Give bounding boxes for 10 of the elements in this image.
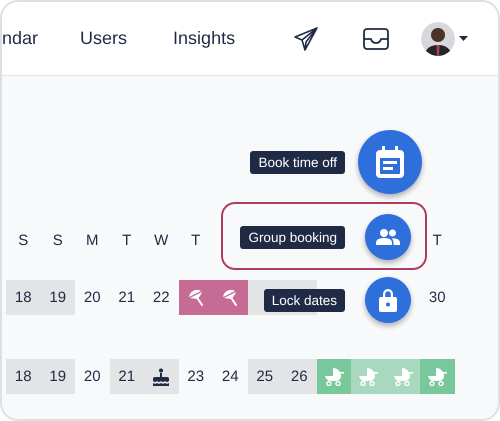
weekday-label: T bbox=[432, 230, 443, 250]
weekday-label: T bbox=[190, 230, 202, 250]
tooltip: Lock dates bbox=[264, 288, 345, 312]
weekday-label: S bbox=[17, 230, 30, 250]
weekday-label: T bbox=[121, 230, 132, 250]
tooltip: Group booking bbox=[240, 226, 345, 248]
tooltip: Book time off bbox=[250, 150, 345, 174]
weekday-label: W bbox=[153, 230, 170, 250]
weekday-label: M bbox=[85, 230, 100, 250]
weekday-label: S bbox=[52, 230, 64, 250]
